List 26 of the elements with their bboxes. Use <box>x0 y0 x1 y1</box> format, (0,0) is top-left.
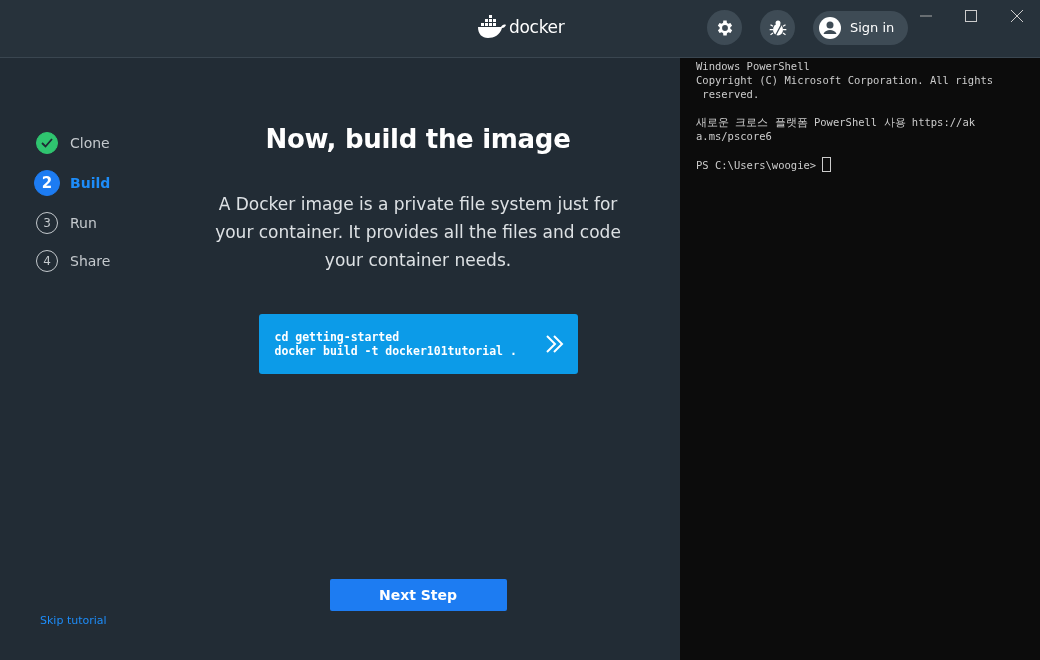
bug-button[interactable] <box>760 10 795 45</box>
step-number: 2 <box>34 170 60 196</box>
settings-button[interactable] <box>707 10 742 45</box>
page-title: Now, build the image <box>265 124 571 154</box>
user-avatar-icon <box>819 16 841 39</box>
step-label[interactable]: Run <box>70 215 97 231</box>
terminal-line: a.ms/pscore6 <box>696 129 773 143</box>
whale-logo-icon <box>477 15 507 39</box>
description: A Docker image is a private file system just for your container. It provides all the files and code your container needs. <box>214 193 622 272</box>
step-label[interactable]: Clone <box>70 135 110 151</box>
skip-tutorial-link[interactable]: Skip tutorial <box>40 614 107 627</box>
maximize-icon <box>965 10 977 22</box>
minimize-icon <box>920 15 932 17</box>
cursor-icon <box>822 157 832 172</box>
sign-in-button[interactable]: Sign in <box>813 10 909 45</box>
terminal-line: Windows PowerShell <box>696 59 811 73</box>
double-chevron-icon <box>543 334 564 354</box>
terminal-line: 새로운 크로스 플랫폼 PowerShell 사용 https://ak <box>696 115 977 129</box>
close-icon <box>1011 10 1023 22</box>
terminal-line: reserved. <box>701 87 761 101</box>
logo-text: docker <box>509 17 565 37</box>
terminal-prompt: PS C:\Users\woogie> <box>696 159 817 171</box>
step-label[interactable]: Build <box>70 175 111 191</box>
step-label[interactable]: Share <box>70 253 111 269</box>
terminal-line: Copyright (C) Microsoft Corporation. All rights <box>696 73 995 87</box>
next-step-button[interactable]: Next Step <box>329 579 507 611</box>
